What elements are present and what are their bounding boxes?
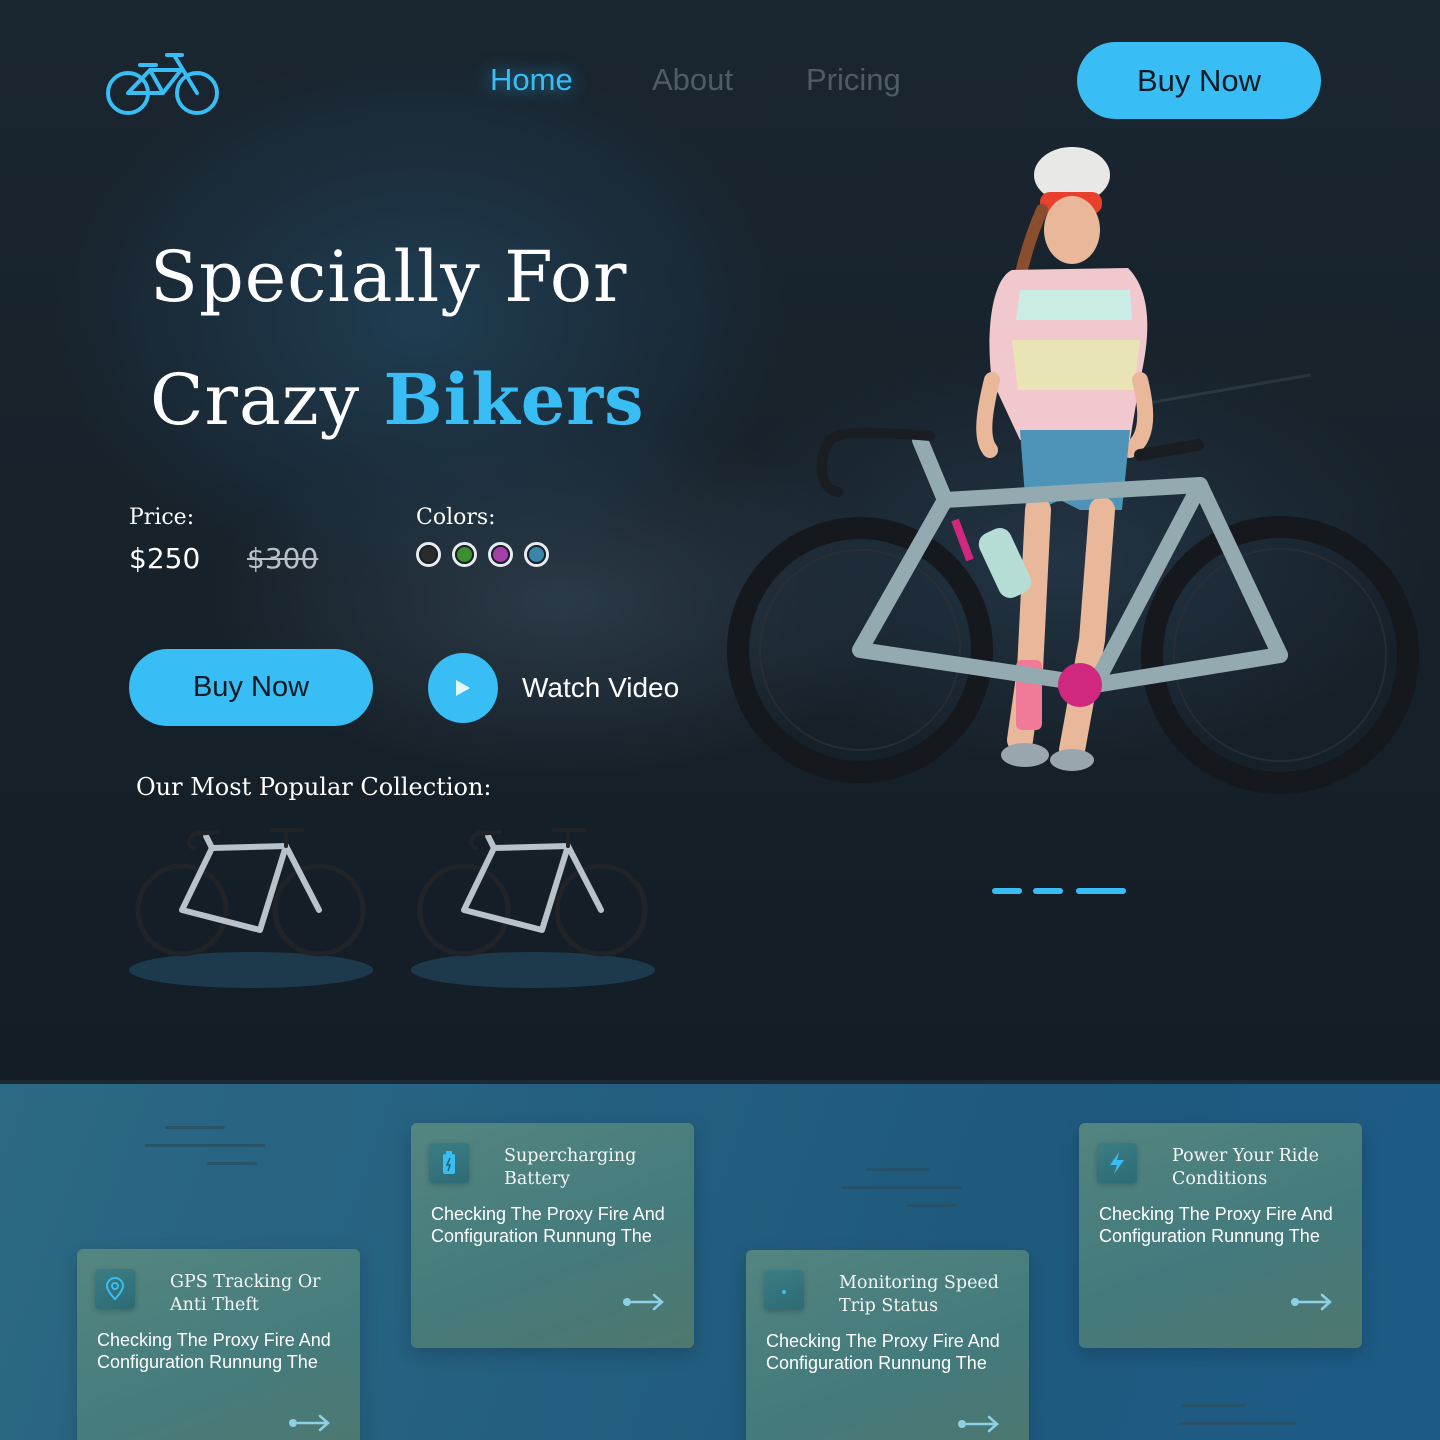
feature-text: Checking The Proxy Fire And Configuratio… <box>1099 1204 1333 1246</box>
slider-dot-3[interactable] <box>1076 888 1126 894</box>
battery-icon <box>429 1143 469 1183</box>
collection-heading: Our Most Popular Collection: <box>136 773 492 801</box>
hero-buy-now-button[interactable]: Buy Now <box>129 649 373 726</box>
lightning-icon <box>1097 1143 1137 1183</box>
header-buy-now-button[interactable]: Buy Now <box>1077 42 1321 119</box>
nav-pricing[interactable]: Pricing <box>806 62 901 98</box>
hero-cyclist-image <box>727 147 1419 794</box>
arrow-right-icon[interactable] <box>288 1413 332 1433</box>
price-current: $250 <box>129 542 201 575</box>
decorative-lines <box>145 1126 265 1180</box>
headline-accent: Bikers <box>383 358 645 441</box>
nav-about[interactable]: About <box>652 62 733 98</box>
collection-bike-2[interactable] <box>408 818 658 994</box>
hero-section: Home About Pricing Buy Now Specially For… <box>0 0 1440 1080</box>
collection-bike-1[interactable] <box>126 818 376 994</box>
feature-text: Checking The Proxy Fire And Configuratio… <box>766 1331 1000 1373</box>
feature-title: Supercharging Battery <box>504 1146 637 1189</box>
feature-card-speed[interactable]: Monitoring Speed Trip Status Checking Th… <box>746 1250 1029 1440</box>
color-swatch-green[interactable] <box>452 542 477 567</box>
feature-card-gps[interactable]: GPS Tracking Or Anti Theft Checking The … <box>77 1249 360 1440</box>
watch-video-link[interactable]: Watch Video <box>522 672 679 704</box>
decorative-lines <box>1178 1404 1296 1440</box>
bicycle-logo-icon[interactable] <box>104 50 222 116</box>
decorative-lines <box>842 1168 962 1222</box>
nav-home[interactable]: Home <box>490 62 573 98</box>
feature-card-power[interactable]: Power Your Ride Conditions Checking The … <box>1079 1123 1362 1348</box>
headline-line-1: Specially For <box>150 236 628 318</box>
price-old: $300 <box>247 542 319 575</box>
color-swatch-blue[interactable] <box>524 542 549 567</box>
color-swatch-purple[interactable] <box>488 542 513 567</box>
arrow-right-icon[interactable] <box>1290 1292 1334 1312</box>
location-pin-icon <box>95 1269 135 1309</box>
price-label: Price: <box>129 505 195 530</box>
feature-title: Power Your Ride Conditions <box>1172 1146 1319 1189</box>
headline-line-2: Crazy Bikers <box>150 358 645 441</box>
colors-label: Colors: <box>416 505 496 530</box>
play-video-button[interactable] <box>428 653 498 723</box>
feature-card-battery[interactable]: Supercharging Battery Checking The Proxy… <box>411 1123 694 1348</box>
headline-plain: Crazy <box>150 359 384 441</box>
features-section: GPS Tracking Or Anti Theft Checking The … <box>0 1080 1440 1440</box>
feature-text: Checking The Proxy Fire And Configuratio… <box>431 1204 665 1246</box>
play-icon <box>456 680 470 696</box>
arrow-right-icon[interactable] <box>622 1292 666 1312</box>
arrow-right-icon[interactable] <box>957 1414 1001 1434</box>
color-swatch-black[interactable] <box>416 542 441 567</box>
feature-text: Checking The Proxy Fire And Configuratio… <box>97 1330 331 1372</box>
feature-title: GPS Tracking Or Anti Theft <box>170 1272 321 1315</box>
feature-title: Monitoring Speed Trip Status <box>839 1273 999 1316</box>
speed-icon <box>764 1270 804 1310</box>
slider-dot-1[interactable] <box>992 888 1022 894</box>
slider-dot-2[interactable] <box>1033 888 1063 894</box>
